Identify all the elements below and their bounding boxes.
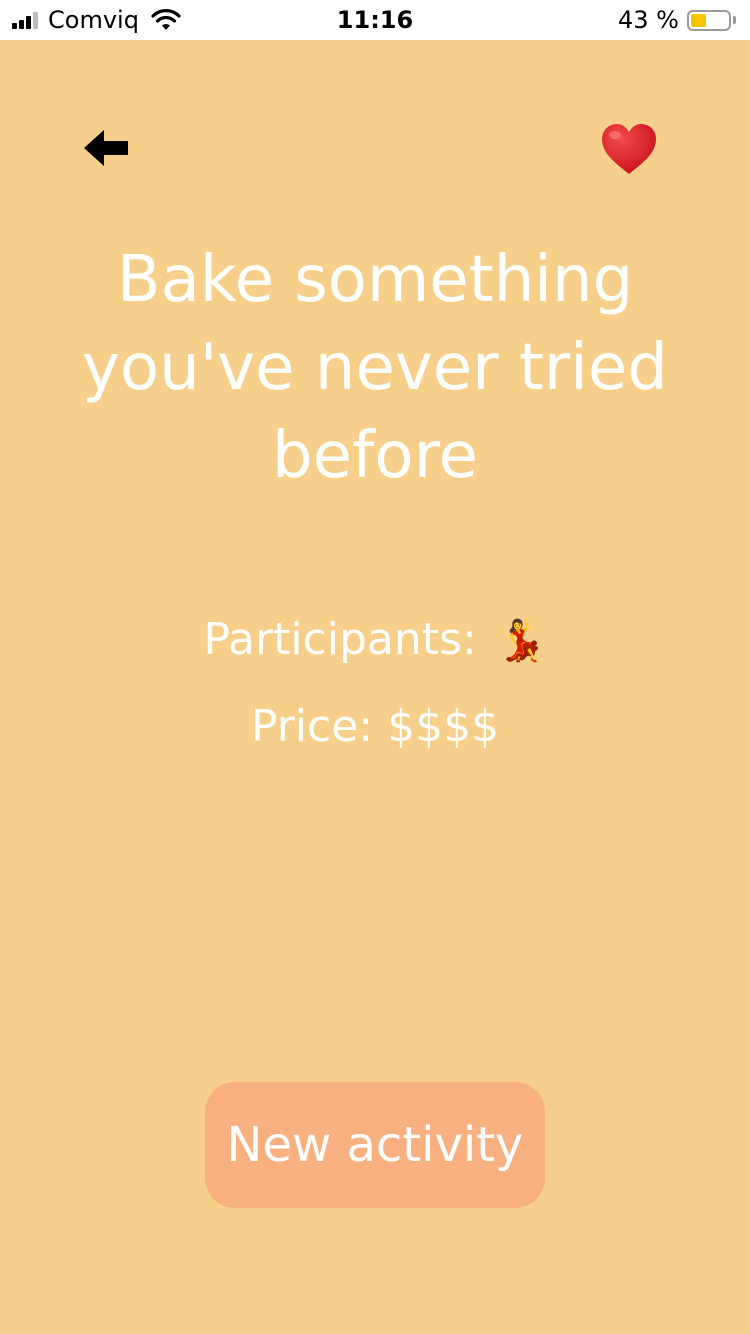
battery-percent: 43 %	[618, 6, 679, 34]
dancer-icon: 💃	[496, 618, 547, 664]
battery-nub	[733, 16, 736, 24]
activity-title: Bake something you've never tried before	[82, 243, 668, 493]
participants-row: Participants: 💃	[0, 610, 750, 671]
heart-icon	[602, 124, 656, 174]
price-label: Price: $$$$	[250, 701, 500, 752]
favorite-button[interactable]	[600, 122, 658, 176]
back-button[interactable]	[82, 128, 130, 168]
status-right: 43 %	[618, 0, 736, 40]
status-bar: Comviq 11:16 43 %	[0, 0, 750, 40]
battery-icon	[687, 9, 731, 31]
left-arrow-icon	[84, 130, 128, 166]
new-activity-button[interactable]: New activity	[205, 1082, 545, 1208]
battery-level-fill	[691, 13, 706, 27]
participants-label: Participants:	[203, 614, 477, 665]
